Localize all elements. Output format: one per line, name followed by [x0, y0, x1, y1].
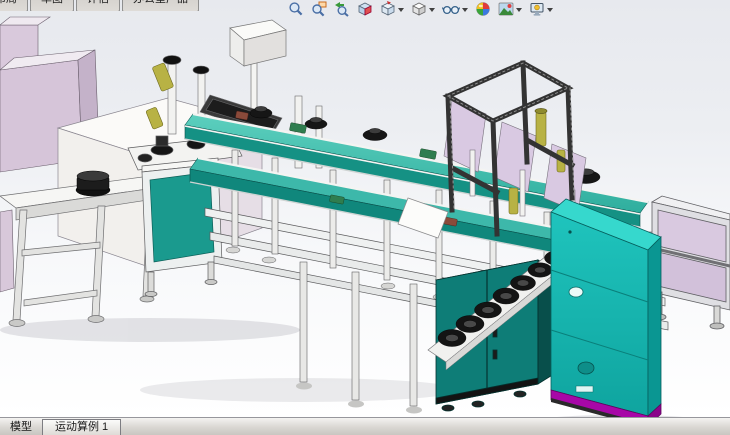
display-style-button[interactable]: [409, 0, 437, 18]
zoom-to-fit-button[interactable]: [286, 0, 306, 18]
tab-evaluate[interactable]: 评估: [76, 0, 120, 11]
zoom-to-area-button[interactable]: [309, 0, 329, 18]
apply-scene-icon: [498, 1, 514, 17]
black-roller-part: [76, 171, 110, 196]
viewport-3d[interactable]: [0, 0, 730, 417]
display-style-icon: [411, 1, 427, 17]
view-settings-button[interactable]: [527, 0, 555, 18]
lavender-frame-cabinet[interactable]: [652, 196, 730, 329]
apply-scene-button[interactable]: [496, 0, 524, 18]
tab-motion-study-1[interactable]: 运动算例 1: [42, 419, 121, 435]
commandmanager-tabs: 布局 草图 评估 办公室产品: [0, 0, 201, 11]
previous-view-icon: [334, 1, 350, 17]
heads-up-view-toolbar: [286, 0, 555, 18]
view-settings-icon: [529, 1, 545, 17]
zoom-to-area-icon: [311, 1, 327, 17]
cyan-electrical-cabinet[interactable]: [551, 199, 661, 417]
dropdown-caret: [398, 8, 404, 12]
edit-appearance-button[interactable]: [473, 0, 493, 18]
view-orientation-icon: [380, 1, 396, 17]
dropdown-caret: [462, 8, 468, 12]
dropdown-caret: [429, 8, 435, 12]
solidworks-window: 布局 草图 评估 办公室产品: [0, 0, 730, 435]
tab-model[interactable]: 模型: [0, 419, 42, 435]
tab-layout[interactable]: 布局: [0, 0, 28, 11]
hide-show-items-icon: [442, 1, 460, 17]
section-view-icon: [357, 1, 373, 17]
hide-show-items-button[interactable]: [440, 0, 470, 18]
edit-appearance-icon: [475, 1, 491, 17]
view-orientation-button[interactable]: [378, 0, 406, 18]
previous-view-button[interactable]: [332, 0, 352, 18]
tab-sketch[interactable]: 草图: [30, 0, 74, 11]
study-tab-bar: 模型 运动算例 1: [0, 417, 730, 435]
section-view-button[interactable]: [355, 0, 375, 18]
tab-office-products[interactable]: 办公室产品: [122, 0, 199, 11]
assembly-scene: [0, 0, 730, 417]
dropdown-caret: [516, 8, 522, 12]
zoom-to-fit-icon: [288, 1, 304, 17]
dropdown-caret: [547, 8, 553, 12]
